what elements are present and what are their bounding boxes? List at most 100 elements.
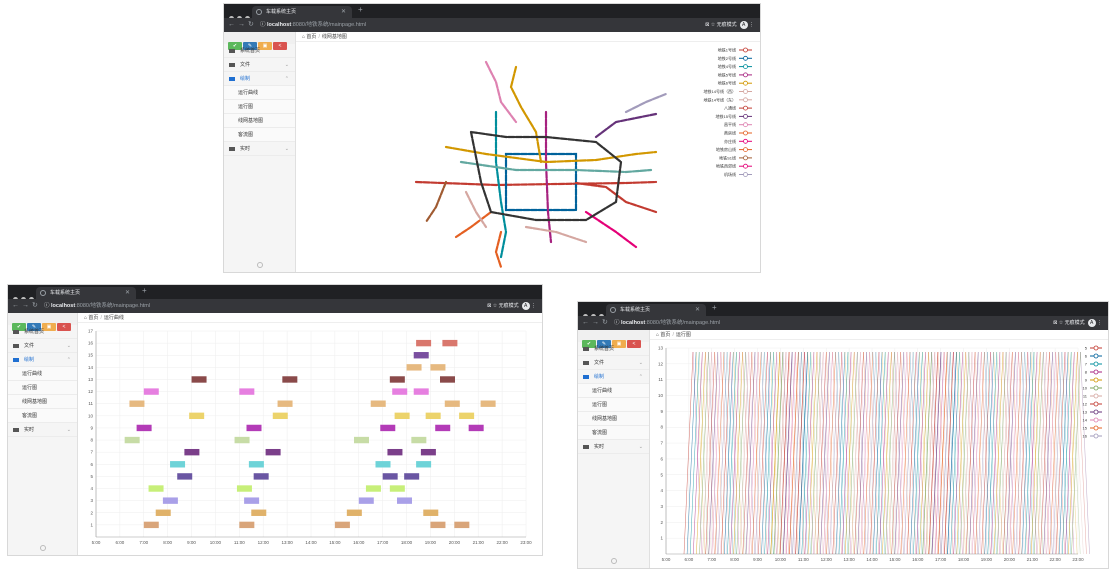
y-tick-label: 7 (660, 441, 663, 446)
y-tick-label: 6 (660, 456, 663, 461)
new-tab-button[interactable]: + (142, 286, 147, 295)
home-icon: ⌂ (84, 315, 88, 321)
run-bar (382, 473, 398, 480)
browser-tab[interactable]: 车载系统主页 ✕ (36, 287, 136, 299)
metro-line-12 (624, 92, 668, 114)
url-path: :8080/地铁系统/mainpage.html (75, 303, 151, 309)
nav-buttons[interactable]: ←→↻ (582, 318, 611, 326)
sidebar-item-draw[interactable]: 绘制 ⌃ (8, 353, 77, 367)
home-icon (229, 49, 235, 53)
sidebar-item-label: 实时 (24, 427, 35, 433)
avatar[interactable]: A (1087, 319, 1096, 327)
sidebar-subitem-basemap[interactable]: 线网基地图 (8, 395, 77, 409)
legend-swatch-dot (743, 105, 748, 111)
x-tick-label: 7:00 (139, 540, 148, 545)
run-curve-chart[interactable]: 5:00 6:00 7:00 8:00 9:00 10:00 11:00 12:00 13:00… (8, 323, 542, 555)
sidebar-item-label: 文件 (240, 62, 251, 68)
sidebar-item-file[interactable]: 文件 ⌄ (224, 58, 295, 72)
close-tab-icon[interactable]: ✕ (341, 6, 346, 18)
sidebar-subitem-flow[interactable]: 客流图 (224, 128, 295, 142)
run-bar (380, 424, 396, 432)
sidebar-item-realtime[interactable]: 实时 ⌄ (8, 423, 77, 437)
run-bar (430, 521, 446, 529)
nav-buttons[interactable]: ←→↻ (228, 20, 257, 28)
run-bar (454, 521, 470, 529)
avatar[interactable]: A (521, 302, 530, 310)
sidebar-item-label: 绘制 (594, 374, 605, 380)
run-bar (244, 497, 260, 504)
collapse-sidebar-button[interactable] (256, 262, 263, 268)
timetable-chart[interactable]: 5:00 6:00 7:00 8:00 9:00 10:00 11:00 12:00 13:00… (650, 340, 1108, 568)
incognito-label: 无痕模式 (1064, 320, 1085, 326)
x-tick-label: 10:00 (775, 557, 787, 562)
x-tick-label: 9:00 (187, 540, 196, 545)
url-field[interactable]: ⓘ localhost:8080/地铁系统/mainpage.html (614, 318, 754, 328)
browser-window-map: 车载系统主页 ✕ + ←→↻ ⓘ localhost:8080/地铁系统/mai… (224, 4, 760, 272)
y-tick-label: 9 (660, 409, 663, 414)
chevron-down-icon: ⌄ (638, 360, 643, 366)
breadcrumb-home[interactable]: 首页 (660, 332, 670, 338)
browser-tab[interactable]: 车载系统主页 ✕ (606, 304, 706, 316)
sidebar-item-label: 绘制 (24, 357, 35, 363)
sidebar-item-realtime[interactable]: 实时 ⌄ (578, 440, 649, 454)
toolbar-right: ⊠ ☆ 无痕模式 A ⋮ (705, 21, 754, 29)
url-field[interactable]: ⓘ localhost:8080/地铁系统/mainpage.html (260, 20, 400, 30)
avatar[interactable]: A (739, 21, 748, 29)
sidebar-subitem-basemap[interactable]: 线网基地图 (224, 114, 295, 128)
legend-label: 8 (1085, 370, 1088, 375)
sidebar-subitem-runchart[interactable]: 运行图 (578, 398, 649, 412)
run-bar (251, 509, 267, 516)
breadcrumb-home[interactable]: 首页 (306, 34, 316, 40)
metro-line-17 (459, 160, 653, 174)
run-bar (365, 485, 381, 492)
metro-line-11 (424, 180, 448, 224)
url-field[interactable]: ⓘ localhost:8080/地铁系统/mainpage.html (44, 301, 184, 311)
sidebar-subitem-basemap[interactable]: 线网基地图 (578, 412, 649, 426)
sidebar-item-home[interactable]: 系统首页 (578, 342, 649, 356)
sidebar-subitem-flow[interactable]: 客流图 (578, 426, 649, 440)
sidebar-item-realtime[interactable]: 实时 ⌄ (224, 142, 295, 156)
breadcrumb: ⌂ 首页 / 运行图 (650, 330, 1108, 340)
legend-label: 地铁15号线 (716, 113, 736, 119)
tab-bar: 车载系统主页 ✕ + (224, 4, 760, 21)
y-tick-label: 16 (88, 341, 94, 346)
sidebar-item-draw[interactable]: 绘制 ⌃ (224, 72, 295, 86)
run-bar (425, 412, 441, 420)
sidebar-item-home[interactable]: 系统首页 (8, 325, 77, 339)
sidebar-item-home[interactable]: 系统首页 (224, 44, 295, 58)
sidebar-subitem-runchart[interactable]: 运行图 (8, 381, 77, 395)
sidebar-item-label: 运行曲线 (22, 371, 43, 377)
close-tab-icon[interactable]: ✕ (125, 287, 130, 299)
x-tick-label: 15:00 (329, 540, 341, 545)
new-tab-button[interactable]: + (712, 303, 717, 312)
y-tick-label: 13 (88, 377, 94, 382)
nav-buttons[interactable]: ←→↻ (12, 301, 41, 309)
sidebar-subitem-curve[interactable]: 运行曲线 (578, 384, 649, 398)
sidebar-item-draw[interactable]: 绘制 ⌃ (578, 370, 649, 384)
legend-label: 13 (1083, 410, 1088, 415)
close-tab-icon[interactable]: ✕ (695, 304, 700, 316)
run-bar (375, 461, 391, 468)
sidebar-subitem-flow[interactable]: 客流图 (8, 409, 77, 423)
y-tick-label: 12 (658, 361, 664, 366)
sidebar-item-file[interactable]: 文件 ⌄ (8, 339, 77, 353)
run-bar (394, 412, 410, 420)
legend-swatch-dot (743, 138, 748, 144)
browser-chrome: 车载系统主页 ✕ + ←→↻ ⓘ localhost:8080/地铁系统/mai… (8, 285, 542, 313)
browser-tab[interactable]: 车载系统主页 ✕ (252, 6, 352, 18)
x-tick-label: 22:00 (496, 540, 508, 545)
y-tick-label: 3 (660, 504, 663, 509)
run-bar (404, 473, 420, 480)
x-tick-label: 18:00 (958, 557, 970, 562)
metro-network-map[interactable]: 地铁1号线地铁2号线地铁4号线地铁5号线地铁6号线地铁14号线（西） 地铁14号线… (296, 42, 760, 272)
sidebar-subitem-runchart[interactable]: 运行图 (224, 100, 295, 114)
run-bar (358, 497, 374, 504)
sidebar-subitem-curve[interactable]: 运行曲线 (8, 367, 77, 381)
collapse-sidebar-button[interactable] (39, 545, 46, 551)
breadcrumb-home[interactable]: 首页 (88, 315, 98, 321)
sidebar-item-file[interactable]: 文件 ⌄ (578, 356, 649, 370)
legend-swatch-dot (1093, 417, 1099, 423)
sidebar-subitem-curve[interactable]: 运行曲线 (224, 86, 295, 100)
collapse-sidebar-button[interactable] (610, 558, 617, 564)
new-tab-button[interactable]: + (358, 5, 363, 14)
